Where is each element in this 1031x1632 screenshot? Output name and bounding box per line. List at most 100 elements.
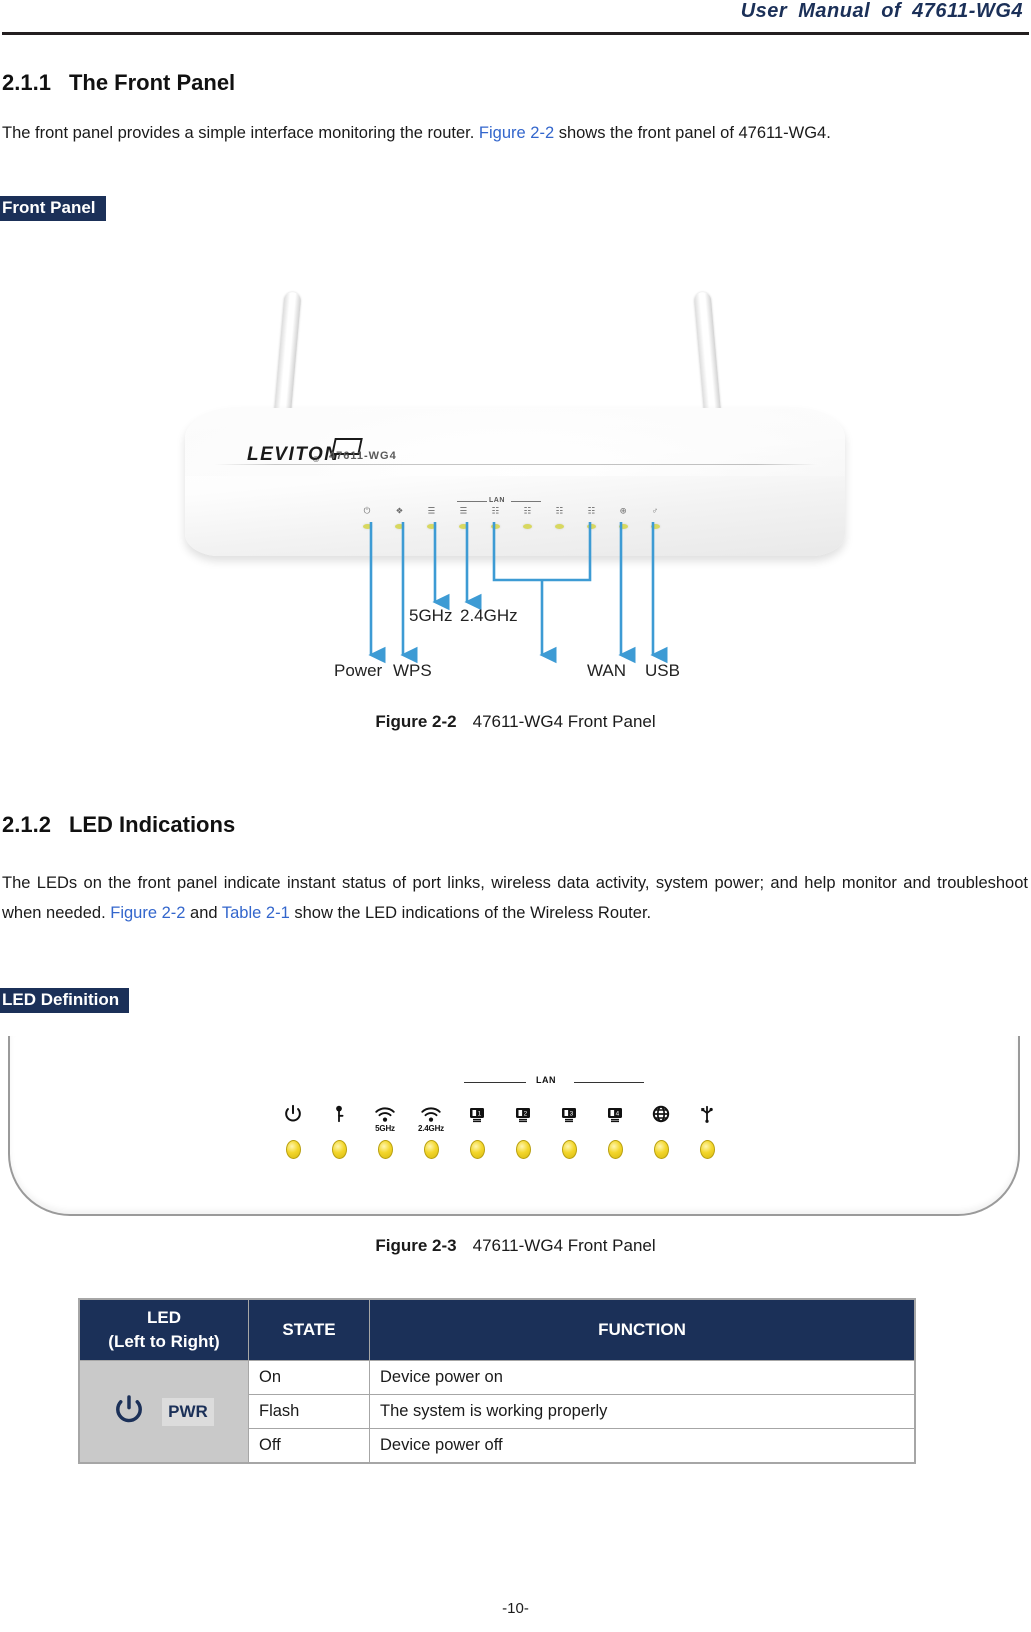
- para-211-post: shows the front panel of 47611-WG4.: [554, 124, 831, 142]
- callout-label-usb: USB: [645, 661, 680, 680]
- lan-group-label: LAN: [536, 1075, 556, 1085]
- usb-icon: [686, 1090, 728, 1124]
- lan4-icon: 4: [594, 1090, 636, 1124]
- lan1-icon: 1: [456, 1090, 498, 1124]
- photo-lan1-icon: ☷: [491, 506, 500, 517]
- photo-power-led: [363, 524, 372, 529]
- led-wan: [640, 1090, 682, 1159]
- callout-label-24ghz: 2.4GHz: [460, 606, 518, 625]
- photo-usb-icon: ♂: [651, 506, 658, 517]
- wps-sublabel: [318, 1124, 360, 1134]
- callout-label-5ghz: 5GHz: [409, 606, 453, 625]
- column-header-function: FUNCTION: [369, 1298, 916, 1361]
- column-header-led: LED (Left to Right): [78, 1298, 249, 1361]
- section-title-212: LED Indications: [68, 812, 236, 837]
- table-2-1: LED (Left to Right) STATE FUNCTION PWR O: [78, 1298, 916, 1464]
- lan4-led-dot: [607, 1140, 623, 1159]
- table-cell-led-pwr: PWR: [78, 1360, 249, 1464]
- svg-text:3: 3: [570, 1111, 574, 1118]
- power-led-dot: [285, 1140, 301, 1159]
- link-figure-2-2-b[interactable]: Figure 2-2: [110, 904, 185, 922]
- callout-label-wps: WPS: [393, 661, 432, 680]
- table-cell-function: The system is working properly: [369, 1394, 916, 1429]
- led-strip: LAN 5GHz 2.4GHz 1 2 3 4: [272, 1075, 732, 1190]
- figure-2-3-caption: Figure 2-3 47611-WG4 Front Panel: [0, 1236, 1031, 1256]
- svg-text:1: 1: [478, 1111, 482, 1118]
- table-body: PWR On Device power on Flash The system …: [78, 1360, 916, 1464]
- photo-usb-led: [651, 524, 660, 529]
- para-212-post: show the LED indications of the Wireless…: [289, 904, 652, 922]
- led-lan3: 3: [548, 1090, 590, 1159]
- page-header: User Manual of 47611-WG4: [0, 0, 1031, 40]
- svg-text:2: 2: [524, 1111, 528, 1118]
- figure-2-2-image: LEVITON ® 47611-WG4 LAN ⏻ ❖ ☰ ☰ ☷ ☷ ☷ ☷ …: [180, 280, 860, 580]
- header-rule: [2, 32, 1029, 35]
- table-header-row: LED (Left to Right) STATE FUNCTION: [78, 1298, 916, 1361]
- lan1-led-dot: [469, 1140, 485, 1159]
- link-figure-2-2-a[interactable]: Figure 2-2: [479, 124, 554, 142]
- led-wps: [318, 1090, 360, 1159]
- table-cell-function: Device power on: [369, 1360, 916, 1395]
- figure-2-3-image: LAN 5GHz 2.4GHz 1 2 3 4: [0, 1032, 1031, 1224]
- figure-2-3-label: Figure 2-3: [375, 1236, 457, 1255]
- photo-wifi-24ghz-led: [459, 524, 468, 529]
- lan1-sublabel: [456, 1124, 498, 1134]
- brand-logo: LEVITON: [247, 438, 363, 466]
- photo-power-icon: ⏻: [363, 506, 371, 517]
- lan-group-bracket: LAN: [464, 1075, 644, 1088]
- callout-label-wan: WAN: [587, 661, 627, 680]
- led-lan4: 4: [594, 1090, 636, 1159]
- lan-bracket-line-left: [464, 1082, 526, 1083]
- photo-lan2-icon: ☷: [523, 506, 532, 517]
- figure-2-2-caption: Figure 2-2 47611-WG4 Front Panel: [0, 712, 1031, 732]
- svg-text:4: 4: [616, 1111, 620, 1118]
- led-power: [272, 1090, 314, 1159]
- photo-lan3-icon: ☷: [555, 506, 564, 517]
- lan3-sublabel: [548, 1124, 590, 1134]
- figure-2-2-label: Figure 2-2: [375, 712, 457, 731]
- photo-lan-rule-right: [511, 501, 541, 502]
- lan3-icon: 3: [548, 1090, 590, 1124]
- table-header: LED (Left to Right) STATE FUNCTION: [78, 1298, 916, 1361]
- brand-logo-text: LEVITON: [247, 444, 340, 465]
- power-icon: [272, 1090, 314, 1124]
- page-footer: -10-: [0, 1600, 1031, 1617]
- usb-sublabel: [686, 1124, 728, 1134]
- link-table-2-1[interactable]: Table 2-1: [222, 904, 290, 922]
- wifi-5ghz-icon: [364, 1090, 406, 1124]
- router-body: LEVITON ® 47611-WG4 LAN ⏻ ❖ ☰ ☰ ☷ ☷ ☷ ☷ …: [185, 408, 845, 556]
- table-cell-state: Off: [248, 1428, 370, 1464]
- header-title: User Manual of 47611-WG4: [740, 0, 1023, 22]
- tag-front-panel: Front Panel: [0, 196, 106, 221]
- wps-led-dot: [331, 1140, 347, 1159]
- lan-bracket-line-right: [574, 1082, 644, 1083]
- photo-wps-icon: ❖: [395, 506, 404, 517]
- table-row: PWR On Device power on: [78, 1360, 916, 1464]
- photo-wan-globe-icon: ⊕: [619, 506, 627, 517]
- lan2-icon: 2: [502, 1090, 544, 1124]
- wifi-24ghz-sublabel: 2.4GHz: [418, 1124, 444, 1133]
- wifi-24ghz-led-dot: [423, 1140, 439, 1159]
- wps-key-icon: [318, 1090, 360, 1124]
- wifi-5ghz-sublabel: 5GHz: [375, 1124, 395, 1133]
- photo-lan2-led: [523, 524, 532, 529]
- photo-lan3-led: [555, 524, 564, 529]
- power-sublabel: [272, 1124, 314, 1134]
- callout-label-power: Power: [334, 661, 383, 680]
- power-icon: [114, 1393, 144, 1431]
- section-number-212: 2.1.2: [2, 812, 51, 837]
- led-usb: [686, 1090, 728, 1159]
- photo-lan-rule-left: [457, 501, 487, 502]
- photo-lan1-led: [491, 524, 500, 529]
- led-lan2: 2: [502, 1090, 544, 1159]
- para-212-mid: and: [185, 904, 222, 922]
- table-cell-state: Flash: [248, 1394, 370, 1429]
- lan3-led-dot: [561, 1140, 577, 1159]
- section-heading-front-panel: 2.1.1 The Front Panel: [2, 70, 235, 96]
- photo-wps-led: [395, 524, 404, 529]
- brand-registered-icon: ®: [313, 455, 319, 464]
- figure-2-3-caption-text: 47611-WG4 Front Panel: [472, 1236, 656, 1255]
- document-page: User Manual of 47611-WG4 2.1.1 The Front …: [0, 0, 1031, 1632]
- photo-lan-group-label: LAN: [489, 497, 505, 504]
- section-title-211: The Front Panel: [68, 70, 236, 95]
